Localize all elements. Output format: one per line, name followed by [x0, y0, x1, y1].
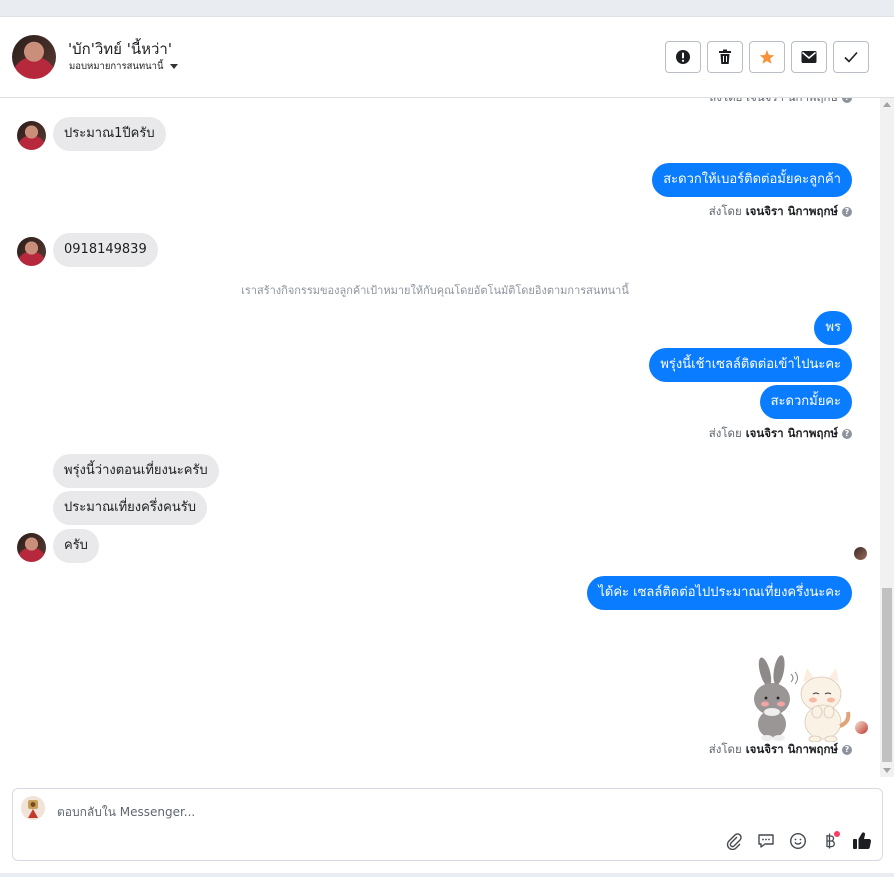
- conversation-header: 'บัก'วิทย์ 'นี้หว่า' มอบหมายการสนทนานี้: [0, 17, 894, 98]
- assign-conversation-dropdown[interactable]: มอบหมายการสนทนานี้: [69, 59, 178, 74]
- scrollbar-thumb[interactable]: [882, 588, 892, 762]
- incoming-message[interactable]: พรุ่งนี้ว่างตอนเที่ยงนะครับ: [53, 454, 219, 488]
- incoming-message[interactable]: 0918149839: [53, 233, 158, 267]
- baht-icon[interactable]: [820, 831, 840, 851]
- incoming-message[interactable]: ครับ: [53, 529, 99, 563]
- delete-button[interactable]: [707, 41, 743, 73]
- page-avatar: [21, 796, 45, 820]
- check-icon: [844, 51, 858, 63]
- trash-icon: [719, 49, 731, 64]
- system-note: เราสร้างกิจกรรมของลูกค้าเป้าหมายให้กับคุ…: [241, 284, 629, 297]
- emoji-icon[interactable]: [788, 831, 808, 851]
- message-thread[interactable]: ส่งโดย เจนจิรา นิกาพฤกษ์ ? ประมาณ1ปีครับ…: [0, 98, 880, 777]
- contact-avatar[interactable]: [12, 35, 56, 79]
- composer-actions: [724, 831, 872, 851]
- sent-by-line: ส่งโดย เจนจิรา นิกาพฤกษ์ ?: [709, 203, 852, 221]
- caret-down-icon: [169, 64, 178, 69]
- star-button[interactable]: [749, 41, 785, 73]
- read-receipt-avatar: [854, 547, 867, 560]
- thread-scrollbar[interactable]: [880, 98, 894, 777]
- envelope-icon: [801, 51, 817, 63]
- info-icon[interactable]: ?: [842, 207, 852, 217]
- spam-button[interactable]: [665, 41, 701, 73]
- sent-by-line: ส่งโดย เจนจิรา นิกาพฤกษ์ ?: [709, 425, 852, 443]
- conversation-toolbar: [665, 41, 869, 73]
- outgoing-message[interactable]: ได้ค่ะ เซลล์ติดต่อไปประมาณเที่ยงครึ่งนะค…: [587, 576, 852, 610]
- bunny-and-cat-sticker[interactable]: [743, 654, 853, 742]
- exclamation-icon: [676, 50, 690, 64]
- outgoing-message[interactable]: พร: [814, 311, 852, 345]
- thumbs-up-icon[interactable]: [852, 831, 872, 851]
- sent-by-line: ส่งโดย เจนจิรา นิกาพฤกษ์ ?: [709, 741, 852, 759]
- contact-name[interactable]: 'บัก'วิทย์ 'นี้หว่า': [68, 37, 172, 61]
- paperclip-icon[interactable]: [724, 831, 744, 851]
- page-logo-icon: [21, 796, 45, 820]
- contact-avatar-small[interactable]: [17, 237, 46, 266]
- outgoing-message[interactable]: พรุ่งนี้เช้าเซลล์ติดต่อเข้าไปนะคะ: [649, 348, 852, 382]
- inbox-conversation-panel: 'บัก'วิทย์ 'นี้หว่า' มอบหมายการสนทนานี้: [0, 16, 894, 873]
- incoming-message[interactable]: ประมาณ1ปีครับ: [53, 117, 166, 151]
- saved-reply-icon[interactable]: [756, 831, 776, 851]
- info-icon[interactable]: ?: [842, 98, 852, 103]
- sent-by-line: ส่งโดย เจนจิรา นิกาพฤกษ์ ?: [709, 98, 852, 107]
- info-icon[interactable]: ?: [842, 429, 852, 439]
- reply-input[interactable]: ตอบกลับใน Messenger...: [57, 803, 195, 822]
- reply-composer[interactable]: ตอบกลับใน Messenger...: [12, 788, 883, 861]
- contact-avatar-small[interactable]: [17, 121, 46, 150]
- done-button[interactable]: [833, 41, 869, 73]
- incoming-message[interactable]: ประมาณเที่ยงครึ่งคนรับ: [53, 491, 207, 525]
- assign-label: มอบหมายการสนทนานี้: [69, 61, 164, 72]
- page-read-receipt-avatar: [855, 721, 868, 734]
- outgoing-message[interactable]: สะดวกให้เบอร์ติดต่อมั้ยคะลูกค้า: [652, 163, 852, 197]
- outgoing-message[interactable]: สะดวกมั้ยคะ: [759, 385, 852, 419]
- notification-dot: [834, 831, 840, 837]
- star-icon: [759, 50, 775, 64]
- scroll-up-arrow-icon[interactable]: [883, 102, 891, 107]
- contact-avatar-small[interactable]: [17, 533, 46, 562]
- scroll-down-arrow-icon[interactable]: [883, 768, 891, 773]
- info-icon[interactable]: ?: [842, 745, 852, 755]
- mark-unread-button[interactable]: [791, 41, 827, 73]
